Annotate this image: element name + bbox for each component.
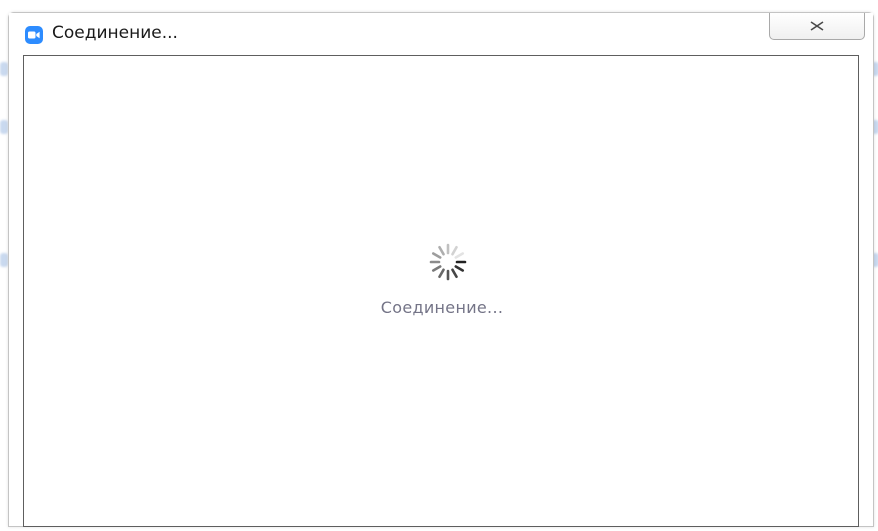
close-icon (810, 21, 824, 31)
screen: Соединение... Соединение... (0, 0, 878, 531)
spinner-spoke (454, 265, 465, 272)
spinner-spoke (438, 268, 445, 279)
zoom-camera-icon (25, 26, 43, 44)
spinner-spoke (431, 265, 442, 272)
spinner-spoke (454, 252, 465, 259)
status-text: Соединение... (380, 298, 504, 317)
spinner-spoke (451, 268, 458, 279)
connecting-dialog: Соединение... Соединение... (8, 12, 874, 527)
loading-spinner-icon (429, 243, 467, 281)
title-bar[interactable]: Соединение... (9, 13, 873, 56)
spinner-spoke (431, 252, 442, 259)
dialog-content: Соединение... (23, 55, 859, 527)
spinner-spokes (429, 243, 467, 281)
window-title: Соединение... (52, 23, 178, 43)
background-window-edge (0, 120, 8, 134)
spinner-spoke (438, 245, 445, 256)
background-window-edge (0, 253, 8, 267)
spinner-spoke (451, 245, 458, 256)
close-button[interactable] (769, 13, 865, 40)
background-window-edge (0, 62, 8, 76)
